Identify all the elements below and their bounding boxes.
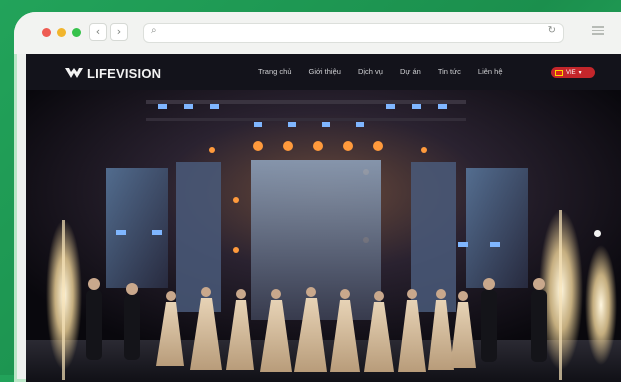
browser-window: ‹ › ⌕ ↻ LIFEVISION Trang chủ Giới thiệu … [14,12,621,382]
nav-item-services[interactable]: Dịch vụ [358,67,383,76]
slider-dot[interactable] [594,230,601,237]
chevron-down-icon: ▼ [577,69,583,76]
forward-button[interactable]: › [110,23,128,41]
stage-photo [26,90,621,382]
logo-text: LIFEVISION [87,65,162,81]
search-icon: ⌕ [151,25,157,36]
nav-item-about[interactable]: Giới thiệu [309,67,341,76]
website-viewport: LIFEVISION Trang chủ Giới thiệu Dịch vụ … [26,54,621,382]
close-window-button[interactable] [42,28,51,37]
lifevision-logo[interactable]: LIFEVISION [64,64,161,82]
hero-image [26,90,621,382]
minimize-window-button[interactable] [57,28,66,37]
vietnam-flag-icon [555,69,563,76]
nav-item-projects[interactable]: Dự án [400,67,421,76]
maximize-window-button[interactable] [72,28,81,37]
browser-toolbar: ‹ › ⌕ ↻ [14,12,621,54]
nav-item-news[interactable]: Tin tức [438,67,461,76]
main-nav: Trang chủ Giới thiệu Dịch vụ Dự án Tin t… [258,67,520,76]
language-selector[interactable]: VIE ▼ [551,67,595,78]
menu-icon[interactable] [592,24,604,36]
nav-item-home[interactable]: Trang chủ [258,67,292,76]
language-label: VIE [566,69,576,76]
reload-icon[interactable]: ↻ [548,25,556,36]
address-bar[interactable]: ⌕ ↻ [143,23,564,43]
nav-item-contact[interactable]: Liên hệ [478,67,503,76]
logo-mark-icon [65,68,83,78]
site-header: LIFEVISION Trang chủ Giới thiệu Dịch vụ … [26,54,621,90]
back-button[interactable]: ‹ [89,23,107,41]
